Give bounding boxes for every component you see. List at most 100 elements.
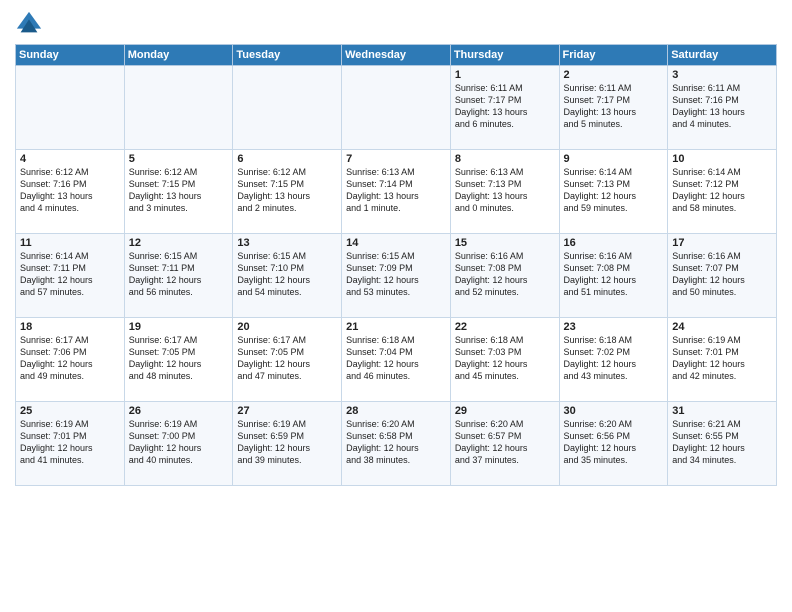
calendar-table: SundayMondayTuesdayWednesdayThursdayFrid…: [15, 44, 777, 486]
day-number: 26: [129, 405, 229, 417]
calendar-cell: 20Sunrise: 6:17 AM Sunset: 7:05 PM Dayli…: [233, 318, 342, 402]
calendar-body: 1Sunrise: 6:11 AM Sunset: 7:17 PM Daylig…: [16, 66, 777, 486]
calendar-cell: 18Sunrise: 6:17 AM Sunset: 7:06 PM Dayli…: [16, 318, 125, 402]
calendar-week: 25Sunrise: 6:19 AM Sunset: 7:01 PM Dayli…: [16, 402, 777, 486]
calendar-cell: 9Sunrise: 6:14 AM Sunset: 7:13 PM Daylig…: [559, 150, 668, 234]
calendar-cell: 1Sunrise: 6:11 AM Sunset: 7:17 PM Daylig…: [450, 66, 559, 150]
calendar-cell: 11Sunrise: 6:14 AM Sunset: 7:11 PM Dayli…: [16, 234, 125, 318]
cell-daylight-info: Sunrise: 6:11 AM Sunset: 7:17 PM Dayligh…: [455, 82, 555, 131]
cell-daylight-info: Sunrise: 6:18 AM Sunset: 7:02 PM Dayligh…: [564, 334, 664, 383]
calendar-cell: 25Sunrise: 6:19 AM Sunset: 7:01 PM Dayli…: [16, 402, 125, 486]
calendar-cell: 23Sunrise: 6:18 AM Sunset: 7:02 PM Dayli…: [559, 318, 668, 402]
day-number: 25: [20, 405, 120, 417]
calendar-cell: 13Sunrise: 6:15 AM Sunset: 7:10 PM Dayli…: [233, 234, 342, 318]
day-number: 6: [237, 153, 337, 165]
cell-daylight-info: Sunrise: 6:12 AM Sunset: 7:15 PM Dayligh…: [237, 166, 337, 215]
day-number: 7: [346, 153, 446, 165]
day-number: 23: [564, 321, 664, 333]
weekday-header: Thursday: [450, 45, 559, 66]
calendar-week: 18Sunrise: 6:17 AM Sunset: 7:06 PM Dayli…: [16, 318, 777, 402]
calendar-cell: [342, 66, 451, 150]
cell-daylight-info: Sunrise: 6:17 AM Sunset: 7:06 PM Dayligh…: [20, 334, 120, 383]
cell-daylight-info: Sunrise: 6:19 AM Sunset: 7:00 PM Dayligh…: [129, 418, 229, 467]
calendar-cell: 10Sunrise: 6:14 AM Sunset: 7:12 PM Dayli…: [668, 150, 777, 234]
calendar-cell: 7Sunrise: 6:13 AM Sunset: 7:14 PM Daylig…: [342, 150, 451, 234]
weekday-row: SundayMondayTuesdayWednesdayThursdayFrid…: [16, 45, 777, 66]
cell-daylight-info: Sunrise: 6:20 AM Sunset: 6:57 PM Dayligh…: [455, 418, 555, 467]
day-number: 21: [346, 321, 446, 333]
cell-daylight-info: Sunrise: 6:16 AM Sunset: 7:08 PM Dayligh…: [455, 250, 555, 299]
calendar-cell: 15Sunrise: 6:16 AM Sunset: 7:08 PM Dayli…: [450, 234, 559, 318]
day-number: 4: [20, 153, 120, 165]
cell-daylight-info: Sunrise: 6:17 AM Sunset: 7:05 PM Dayligh…: [237, 334, 337, 383]
calendar-cell: 19Sunrise: 6:17 AM Sunset: 7:05 PM Dayli…: [124, 318, 233, 402]
cell-daylight-info: Sunrise: 6:11 AM Sunset: 7:17 PM Dayligh…: [564, 82, 664, 131]
calendar-cell: 17Sunrise: 6:16 AM Sunset: 7:07 PM Dayli…: [668, 234, 777, 318]
calendar-cell: 27Sunrise: 6:19 AM Sunset: 6:59 PM Dayli…: [233, 402, 342, 486]
calendar-header: SundayMondayTuesdayWednesdayThursdayFrid…: [16, 45, 777, 66]
calendar-cell: [233, 66, 342, 150]
cell-daylight-info: Sunrise: 6:16 AM Sunset: 7:08 PM Dayligh…: [564, 250, 664, 299]
cell-daylight-info: Sunrise: 6:19 AM Sunset: 7:01 PM Dayligh…: [20, 418, 120, 467]
weekday-header: Tuesday: [233, 45, 342, 66]
calendar-cell: [16, 66, 125, 150]
day-number: 10: [672, 153, 772, 165]
day-number: 29: [455, 405, 555, 417]
cell-daylight-info: Sunrise: 6:15 AM Sunset: 7:09 PM Dayligh…: [346, 250, 446, 299]
cell-daylight-info: Sunrise: 6:12 AM Sunset: 7:15 PM Dayligh…: [129, 166, 229, 215]
cell-daylight-info: Sunrise: 6:14 AM Sunset: 7:13 PM Dayligh…: [564, 166, 664, 215]
cell-daylight-info: Sunrise: 6:16 AM Sunset: 7:07 PM Dayligh…: [672, 250, 772, 299]
weekday-header: Monday: [124, 45, 233, 66]
cell-daylight-info: Sunrise: 6:18 AM Sunset: 7:03 PM Dayligh…: [455, 334, 555, 383]
cell-daylight-info: Sunrise: 6:19 AM Sunset: 7:01 PM Dayligh…: [672, 334, 772, 383]
day-number: 19: [129, 321, 229, 333]
day-number: 8: [455, 153, 555, 165]
day-number: 9: [564, 153, 664, 165]
day-number: 27: [237, 405, 337, 417]
calendar-cell: 29Sunrise: 6:20 AM Sunset: 6:57 PM Dayli…: [450, 402, 559, 486]
calendar-cell: 22Sunrise: 6:18 AM Sunset: 7:03 PM Dayli…: [450, 318, 559, 402]
day-number: 5: [129, 153, 229, 165]
calendar-cell: 12Sunrise: 6:15 AM Sunset: 7:11 PM Dayli…: [124, 234, 233, 318]
day-number: 13: [237, 237, 337, 249]
calendar-cell: 16Sunrise: 6:16 AM Sunset: 7:08 PM Dayli…: [559, 234, 668, 318]
cell-daylight-info: Sunrise: 6:20 AM Sunset: 6:56 PM Dayligh…: [564, 418, 664, 467]
calendar-cell: [124, 66, 233, 150]
calendar-cell: 6Sunrise: 6:12 AM Sunset: 7:15 PM Daylig…: [233, 150, 342, 234]
day-number: 16: [564, 237, 664, 249]
weekday-header: Friday: [559, 45, 668, 66]
day-number: 17: [672, 237, 772, 249]
day-number: 3: [672, 69, 772, 81]
cell-daylight-info: Sunrise: 6:15 AM Sunset: 7:11 PM Dayligh…: [129, 250, 229, 299]
header: [15, 10, 777, 38]
calendar-cell: 28Sunrise: 6:20 AM Sunset: 6:58 PM Dayli…: [342, 402, 451, 486]
cell-daylight-info: Sunrise: 6:18 AM Sunset: 7:04 PM Dayligh…: [346, 334, 446, 383]
calendar-cell: 4Sunrise: 6:12 AM Sunset: 7:16 PM Daylig…: [16, 150, 125, 234]
cell-daylight-info: Sunrise: 6:14 AM Sunset: 7:11 PM Dayligh…: [20, 250, 120, 299]
cell-daylight-info: Sunrise: 6:17 AM Sunset: 7:05 PM Dayligh…: [129, 334, 229, 383]
calendar-cell: 21Sunrise: 6:18 AM Sunset: 7:04 PM Dayli…: [342, 318, 451, 402]
cell-daylight-info: Sunrise: 6:13 AM Sunset: 7:13 PM Dayligh…: [455, 166, 555, 215]
calendar-cell: 30Sunrise: 6:20 AM Sunset: 6:56 PM Dayli…: [559, 402, 668, 486]
calendar-cell: 26Sunrise: 6:19 AM Sunset: 7:00 PM Dayli…: [124, 402, 233, 486]
cell-daylight-info: Sunrise: 6:19 AM Sunset: 6:59 PM Dayligh…: [237, 418, 337, 467]
calendar-cell: 3Sunrise: 6:11 AM Sunset: 7:16 PM Daylig…: [668, 66, 777, 150]
weekday-header: Sunday: [16, 45, 125, 66]
page-container: SundayMondayTuesdayWednesdayThursdayFrid…: [0, 0, 792, 496]
day-number: 30: [564, 405, 664, 417]
day-number: 11: [20, 237, 120, 249]
cell-daylight-info: Sunrise: 6:12 AM Sunset: 7:16 PM Dayligh…: [20, 166, 120, 215]
day-number: 28: [346, 405, 446, 417]
day-number: 24: [672, 321, 772, 333]
day-number: 22: [455, 321, 555, 333]
calendar-week: 4Sunrise: 6:12 AM Sunset: 7:16 PM Daylig…: [16, 150, 777, 234]
cell-daylight-info: Sunrise: 6:11 AM Sunset: 7:16 PM Dayligh…: [672, 82, 772, 131]
logo-icon: [15, 10, 43, 38]
cell-daylight-info: Sunrise: 6:20 AM Sunset: 6:58 PM Dayligh…: [346, 418, 446, 467]
calendar-cell: 5Sunrise: 6:12 AM Sunset: 7:15 PM Daylig…: [124, 150, 233, 234]
weekday-header: Wednesday: [342, 45, 451, 66]
cell-daylight-info: Sunrise: 6:13 AM Sunset: 7:14 PM Dayligh…: [346, 166, 446, 215]
day-number: 18: [20, 321, 120, 333]
day-number: 1: [455, 69, 555, 81]
day-number: 2: [564, 69, 664, 81]
